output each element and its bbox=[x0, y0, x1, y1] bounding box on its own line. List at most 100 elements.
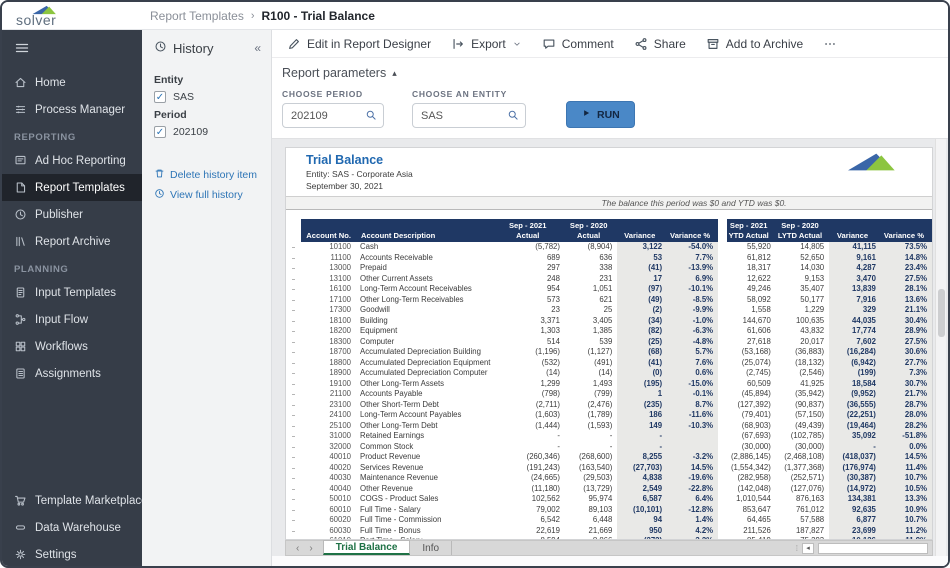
run-button[interactable]: RUN bbox=[566, 101, 635, 128]
row-marker[interactable] bbox=[286, 263, 301, 274]
report-parameters-toggle[interactable]: Report parameters ▴ bbox=[282, 66, 948, 80]
horizontal-scrollbar[interactable] bbox=[818, 543, 928, 554]
entity-checkbox[interactable]: ✓ bbox=[154, 91, 166, 103]
sidebar-item-label: Home bbox=[35, 77, 66, 89]
play-icon bbox=[581, 108, 591, 121]
input-templates-icon bbox=[14, 286, 27, 299]
row-marker[interactable] bbox=[286, 242, 301, 253]
row-marker[interactable] bbox=[286, 515, 301, 526]
row-marker[interactable] bbox=[286, 358, 301, 369]
solver-logo[interactable]: solver bbox=[2, 5, 142, 27]
sidebar-item-label: Workflows bbox=[35, 341, 88, 353]
sidebar-item-input-templates[interactable]: Input Templates bbox=[2, 279, 142, 306]
period-checkbox[interactable]: ✓ bbox=[154, 126, 166, 138]
table-row: 50010COGS - Product Sales102,56295,9746,… bbox=[286, 494, 932, 505]
sidebar-item-data-warehouse[interactable]: Data Warehouse bbox=[2, 514, 142, 541]
table-row: 24100Long-Term Account Payables(1,603)(1… bbox=[286, 410, 932, 421]
breadcrumb-parent[interactable]: Report Templates bbox=[150, 9, 244, 23]
sidebar-item-label: Publisher bbox=[35, 209, 83, 221]
vertical-scrollbar-thumb[interactable] bbox=[938, 289, 945, 337]
row-marker[interactable] bbox=[286, 326, 301, 337]
search-icon[interactable] bbox=[507, 109, 519, 121]
row-marker[interactable] bbox=[286, 452, 301, 463]
sidebar-item-assignments[interactable]: Assignments bbox=[2, 360, 142, 387]
row-marker[interactable] bbox=[286, 389, 301, 400]
row-marker[interactable] bbox=[286, 526, 301, 537]
hscroll-left-button[interactable]: ◂ bbox=[802, 543, 814, 554]
publisher-clock-icon bbox=[14, 208, 27, 221]
sidebar-item-template-marketplace[interactable]: Template Marketplace bbox=[2, 487, 142, 514]
sheet-tab-trial-balance[interactable]: Trial Balance bbox=[323, 540, 411, 555]
row-marker[interactable] bbox=[286, 494, 301, 505]
hamburger-menu-icon[interactable] bbox=[2, 36, 142, 69]
sheet-nav-prev-icon[interactable]: ‹ bbox=[296, 543, 299, 554]
row-marker[interactable] bbox=[286, 442, 301, 453]
row-marker[interactable] bbox=[286, 431, 301, 442]
row-marker[interactable] bbox=[286, 421, 301, 432]
table-row: 13000Prepaid297338(41)-13.9%18,31714,030… bbox=[286, 263, 932, 274]
share-button[interactable]: Share bbox=[634, 37, 686, 51]
table-row: 18700Accumulated Depreciation Building(1… bbox=[286, 347, 932, 358]
column-header: Sep - 2020LYTD Actual bbox=[776, 219, 829, 242]
history-clock-icon bbox=[154, 40, 167, 56]
table-row: 32000Common Stock---(30,000)(30,000)-0.0… bbox=[286, 442, 932, 453]
column-header: Sep - 2020Actual bbox=[565, 219, 617, 242]
sidebar-item-process-manager[interactable]: Process Manager bbox=[2, 96, 142, 123]
sidebar-item-home[interactable]: Home bbox=[2, 69, 142, 96]
share-icon bbox=[634, 37, 648, 51]
sidebar-item-input-flow[interactable]: Input Flow bbox=[2, 306, 142, 333]
row-marker[interactable] bbox=[286, 295, 301, 306]
search-icon[interactable] bbox=[365, 109, 377, 121]
export-button[interactable]: Export bbox=[451, 37, 522, 51]
sheet-tab-info[interactable]: Info bbox=[410, 541, 452, 555]
sidebar-item-settings[interactable]: Settings bbox=[2, 541, 142, 568]
main-content: Edit in Report Designer Export Comment Shar… bbox=[272, 30, 948, 568]
more-options-button[interactable] bbox=[823, 37, 837, 51]
table-row: 23100Other Short-Term Debt(2,711)(2,476)… bbox=[286, 400, 932, 411]
entity-label: Entity bbox=[154, 74, 259, 86]
row-marker[interactable] bbox=[286, 284, 301, 295]
row-marker[interactable] bbox=[286, 400, 301, 411]
row-marker[interactable] bbox=[286, 368, 301, 379]
delete-history-link[interactable]: Delete history item bbox=[154, 168, 259, 182]
row-marker[interactable] bbox=[286, 305, 301, 316]
sidebar-item-workflows[interactable]: Workflows bbox=[2, 333, 142, 360]
add-to-archive-button[interactable]: Add to Archive bbox=[706, 37, 803, 51]
row-marker[interactable] bbox=[286, 505, 301, 516]
table-row: 17100Other Long-Term Receivables573621(4… bbox=[286, 295, 932, 306]
report-date-line: September 30, 2021 bbox=[306, 181, 932, 191]
row-marker[interactable] bbox=[286, 347, 301, 358]
gear-icon bbox=[14, 548, 27, 561]
report-sheet: Trial Balance Entity: SAS - Corporate As… bbox=[285, 147, 933, 540]
report-viewport: Trial Balance Entity: SAS - Corporate As… bbox=[272, 138, 948, 568]
table-row: 17300Goodwill2325(2)-9.9%1,5581,22932921… bbox=[286, 305, 932, 316]
play-icon bbox=[581, 108, 591, 118]
view-full-history-link[interactable]: View full history bbox=[154, 188, 259, 202]
history-icon bbox=[154, 188, 165, 202]
row-marker[interactable] bbox=[286, 274, 301, 285]
row-marker[interactable] bbox=[286, 484, 301, 495]
sidebar-item-ad-hoc-reporting[interactable]: Ad Hoc Reporting bbox=[2, 147, 142, 174]
sidebar-item-label: Data Warehouse bbox=[35, 522, 121, 534]
edit-in-report-designer-button[interactable]: Edit in Report Designer bbox=[287, 37, 431, 51]
period-label: Period bbox=[154, 109, 259, 121]
row-marker[interactable] bbox=[286, 337, 301, 348]
row-marker[interactable] bbox=[286, 410, 301, 421]
row-marker[interactable] bbox=[286, 379, 301, 390]
table-row: 40030Maintenance Revenue(24,665)(29,503)… bbox=[286, 473, 932, 484]
report-parameters-section: Report parameters ▴ CHOOSE PERIOD CHOOSE… bbox=[272, 58, 948, 138]
sheet-nav-next-icon[interactable]: › bbox=[309, 543, 312, 554]
row-marker[interactable] bbox=[286, 316, 301, 327]
vertical-scrollbar[interactable] bbox=[935, 139, 946, 556]
row-marker[interactable] bbox=[286, 253, 301, 264]
sidebar-item-report-archive[interactable]: Report Archive bbox=[2, 228, 142, 255]
collapse-panel-icon[interactable]: « bbox=[254, 41, 261, 55]
sidebar-item-report-templates[interactable]: Report Templates bbox=[2, 174, 142, 201]
row-marker[interactable] bbox=[286, 473, 301, 484]
row-marker[interactable] bbox=[286, 463, 301, 474]
comment-button[interactable]: Comment bbox=[542, 37, 614, 51]
hscroll-divider-icon: ⁞ bbox=[796, 544, 798, 553]
sidebar-item-publisher[interactable]: Publisher bbox=[2, 201, 142, 228]
chevron-down-icon bbox=[512, 39, 522, 49]
table-row: 40010Product Revenue(260,346)(268,600)8,… bbox=[286, 452, 932, 463]
